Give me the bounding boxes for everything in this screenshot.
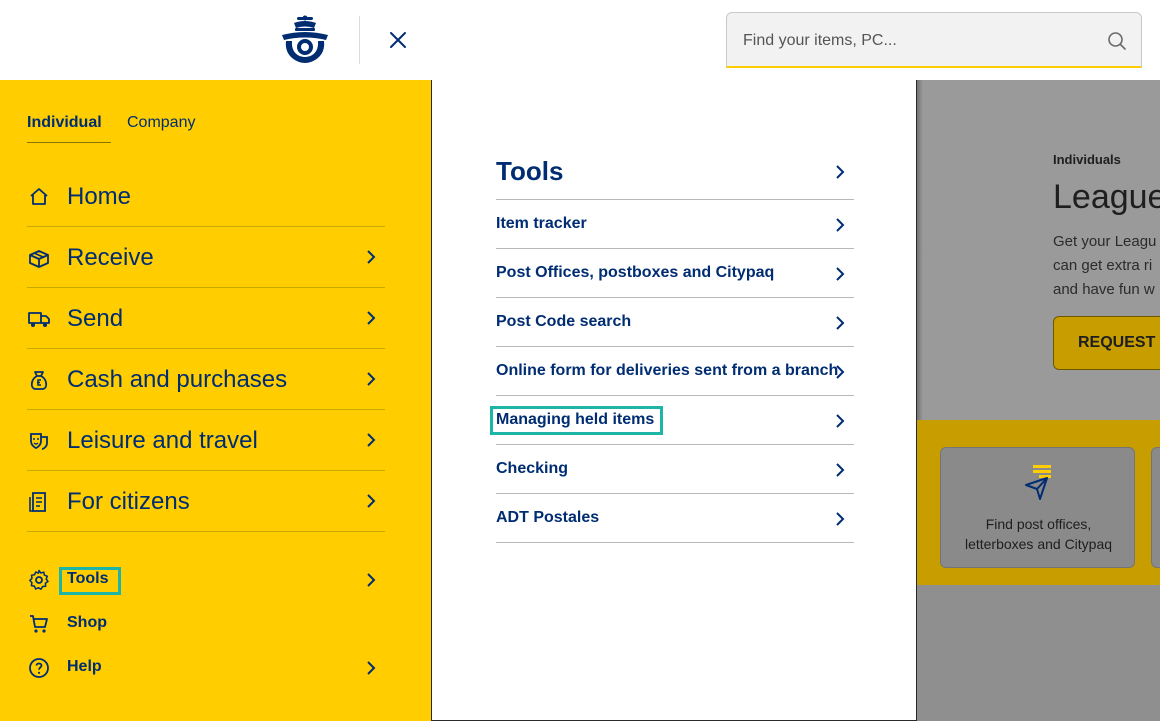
nav-item-label: Send <box>67 305 124 332</box>
main-nav-panel: Individual Company Home Receive Send Cas… <box>0 80 432 721</box>
submenu-item-adt-postales[interactable]: ADT Postales <box>496 494 854 543</box>
active-tab-underline <box>27 142 111 143</box>
money-bag-icon <box>30 371 48 390</box>
nav-item-label: Shop <box>67 614 107 631</box>
submenu-item-item-tracker[interactable]: Item tracker <box>496 200 854 249</box>
card-label-line: Find post offices, <box>985 516 1092 532</box>
home-icon <box>30 188 48 205</box>
submenu-item-label: Checking <box>496 460 569 477</box>
nav-item-receive[interactable]: Receive <box>27 227 385 288</box>
tools-submenu-panel: Tools Item tracker Post Offices, postbox… <box>431 80 917 721</box>
chevron-right-icon <box>367 661 376 675</box>
submenu-item-label: Item tracker <box>496 215 587 232</box>
background-page-overlay: Individuals League Get your Leagu can ge… <box>917 80 1160 721</box>
theater-masks-icon <box>30 433 48 450</box>
hero-title: League <box>1053 178 1160 216</box>
card-label-line: letterboxes and Citypaq <box>964 536 1113 552</box>
chevron-right-icon <box>367 250 376 264</box>
request-button[interactable]: REQUEST Y <box>1053 316 1160 370</box>
nav-item-label: For citizens <box>67 488 190 515</box>
chevron-right-icon <box>367 494 376 508</box>
submenu-item-label: Online form for deliveries sent from a b… <box>496 362 839 379</box>
hero-text-line: Get your Leagu <box>1053 233 1157 250</box>
header <box>0 0 1160 80</box>
nav-item-leisure-and-travel[interactable]: Leisure and travel <box>27 410 385 471</box>
submenu-item-post-code-search[interactable]: Post Code search <box>496 298 854 347</box>
nav-item-label: Cash and purchases <box>67 366 288 393</box>
chevron-right-icon <box>836 463 845 477</box>
submenu-item-label: Post Code search <box>496 313 632 330</box>
nav-item-cash-and-purchases[interactable]: Cash and purchases <box>27 349 385 410</box>
nav-item-shop[interactable]: Shop <box>27 606 385 642</box>
chevron-right-icon <box>836 218 845 232</box>
submenu-title-tools[interactable]: Tools <box>496 156 854 200</box>
nav-item-label: Help <box>67 658 102 675</box>
chevron-right-icon <box>836 316 845 330</box>
chevron-right-icon <box>836 512 845 526</box>
submenu-item-post-offices[interactable]: Post Offices, postboxes and Citypaq <box>496 249 854 298</box>
chevron-right-icon <box>836 267 845 281</box>
hero-kicker: Individuals <box>1053 152 1121 167</box>
search-input[interactable] <box>743 27 1093 55</box>
nav-item-label: Receive <box>67 244 154 271</box>
chevron-right-icon <box>836 414 845 428</box>
nav-item-home[interactable]: Home <box>27 166 385 227</box>
truck-icon <box>28 312 50 327</box>
hero-text-line: and have fun w <box>1053 281 1155 298</box>
nav-item-help[interactable]: Help <box>27 650 385 686</box>
next-card[interactable] <box>1151 447 1160 568</box>
chevron-right-icon <box>836 165 845 179</box>
gear-icon <box>29 569 49 590</box>
chevron-right-icon <box>367 573 376 587</box>
chevron-right-icon <box>836 365 845 379</box>
request-button-label: REQUEST Y <box>1078 334 1160 351</box>
nav-item-label: Leisure and travel <box>67 427 258 454</box>
chevron-right-icon <box>367 372 376 386</box>
header-divider <box>359 16 360 64</box>
close-icon[interactable] <box>384 26 412 54</box>
highlight-box-managing-held-items <box>490 406 663 435</box>
nav-item-label: Home <box>67 183 132 210</box>
chevron-right-icon <box>367 311 376 325</box>
search-icon[interactable] <box>1107 31 1127 51</box>
highlight-box-tools <box>59 567 121 595</box>
tab-individual[interactable]: Individual <box>27 114 102 132</box>
submenu-title: Tools <box>496 156 564 186</box>
hero-text: Get your Leagu can get extra ri and have… <box>1053 230 1156 302</box>
search-box <box>726 12 1142 68</box>
nav-item-for-citizens[interactable]: For citizens <box>27 471 385 532</box>
send-location-icon <box>1025 465 1051 500</box>
card-label: Find post offices, letterboxes and Cityp… <box>941 514 1136 554</box>
find-post-offices-card[interactable]: Find post offices, letterboxes and Cityp… <box>940 447 1135 568</box>
hero-text-line: can get extra ri <box>1053 257 1153 274</box>
submenu-item-label: Post Offices, postboxes and Citypaq <box>496 264 775 281</box>
tab-company[interactable]: Company <box>127 114 195 132</box>
correos-logo[interactable] <box>278 15 332 65</box>
package-icon <box>29 250 49 268</box>
submenu-item-label: ADT Postales <box>496 509 600 526</box>
document-icon <box>29 492 46 512</box>
panel-shadow <box>917 80 923 420</box>
cart-icon <box>30 615 48 633</box>
submenu-item-online-form[interactable]: Online form for deliveries sent from a b… <box>496 347 854 396</box>
submenu-item-checking[interactable]: Checking <box>496 445 854 494</box>
chevron-right-icon <box>367 433 376 447</box>
nav-item-send[interactable]: Send <box>27 288 385 349</box>
help-icon <box>29 658 49 678</box>
